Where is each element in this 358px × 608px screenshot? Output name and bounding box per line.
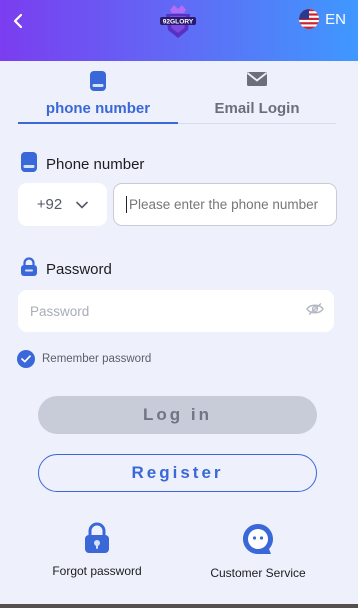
phone-icon <box>20 151 38 177</box>
password-label-text: Password <box>46 260 112 278</box>
back-arrow-icon[interactable] <box>10 12 28 30</box>
forgot-password-link[interactable]: Forgot password <box>37 522 157 578</box>
phone-number-field[interactable] <box>113 183 337 226</box>
password-section-label: Password <box>20 257 112 281</box>
bottom-edge <box>0 604 358 608</box>
language-label: EN <box>325 10 346 28</box>
app-header: 92GLORY EN <box>0 0 358 61</box>
country-code-value: +92 <box>36 196 63 213</box>
password-input[interactable] <box>30 303 280 319</box>
lock-icon <box>37 522 157 557</box>
password-field[interactable] <box>18 290 334 332</box>
country-code-select[interactable]: +92 <box>18 183 107 226</box>
text-caret <box>126 196 127 213</box>
login-button[interactable]: Log in <box>38 396 317 434</box>
remember-password[interactable]: Remember password <box>17 350 151 368</box>
brand-logo: 92GLORY <box>157 2 199 40</box>
phone-icon <box>89 70 107 97</box>
chevron-down-icon <box>76 196 89 213</box>
eye-off-icon[interactable] <box>306 302 324 321</box>
remember-label: Remember password <box>42 353 152 365</box>
register-button[interactable]: Register <box>38 454 317 492</box>
language-selector[interactable]: EN <box>299 9 346 29</box>
customer-service-icon <box>198 522 318 559</box>
tab-email-login[interactable]: Email Login <box>177 62 337 123</box>
phone-section-label: Phone number <box>20 151 144 177</box>
login-tabs: phone number Email Login <box>18 62 336 124</box>
logo-text: 92GLORY <box>163 19 194 26</box>
tab-phone-number[interactable]: phone number <box>18 62 178 124</box>
phone-label-text: Phone number <box>46 155 145 173</box>
tab-email-label: Email Login <box>214 100 300 117</box>
phone-number-input[interactable] <box>129 197 329 212</box>
lock-icon <box>20 257 38 281</box>
checkmark-icon[interactable] <box>17 350 35 368</box>
tab-phone-label: phone number <box>45 100 151 117</box>
mail-icon <box>246 70 268 93</box>
forgot-password-label: Forgot password <box>52 564 142 578</box>
customer-service-label: Customer Service <box>210 566 306 580</box>
us-flag-icon <box>299 9 320 29</box>
customer-service-link[interactable]: Customer Service <box>198 522 318 580</box>
